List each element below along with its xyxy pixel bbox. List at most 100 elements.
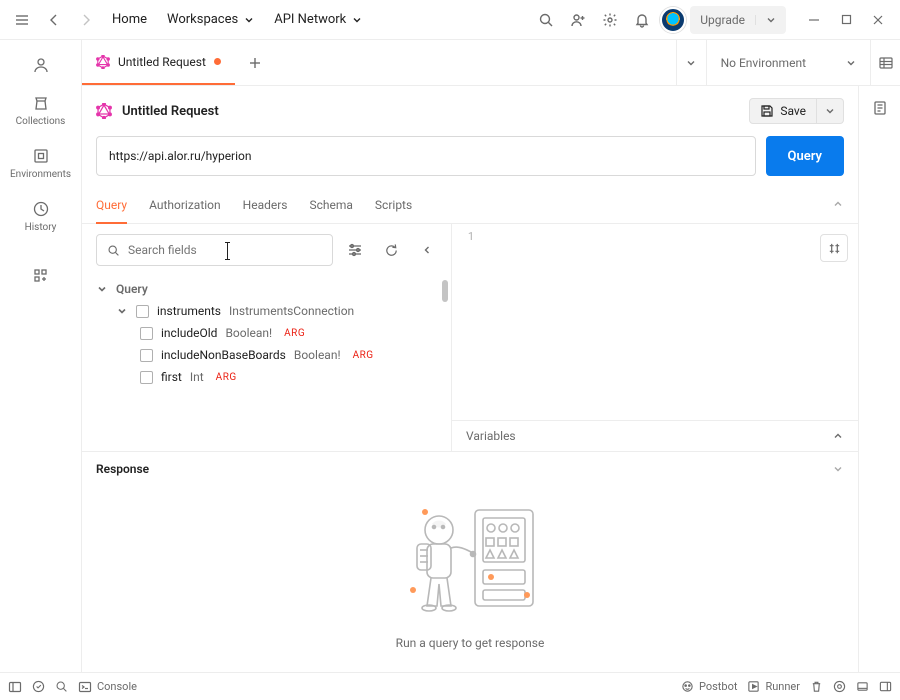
window-close-icon[interactable] — [864, 6, 892, 34]
collapse-left-icon[interactable] — [413, 236, 441, 264]
person-icon — [32, 56, 50, 74]
save-caret-button[interactable] — [817, 98, 844, 124]
chevron-down-icon — [96, 284, 108, 294]
settings-icon[interactable] — [596, 6, 624, 34]
sb-guide-icon[interactable] — [833, 680, 846, 693]
subtab-headers[interactable]: Headers — [243, 190, 288, 223]
request-tab-label: Untitled Request — [118, 55, 206, 69]
environment-label: No Environment — [721, 56, 806, 70]
sb-trash-icon[interactable] — [810, 680, 823, 693]
left-sidebar: Collections Environments History — [0, 40, 82, 672]
sidebar-history[interactable]: History — [7, 192, 75, 241]
tabs-menu-button[interactable] — [676, 40, 706, 85]
tree-arg-includeOld[interactable]: includeOld Boolean! ARG — [96, 322, 441, 344]
upgrade-button[interactable]: Upgrade — [690, 6, 786, 34]
node-type: InstrumentsConnection — [229, 304, 354, 318]
grid-plus-icon — [32, 267, 50, 285]
tree-root[interactable]: Query — [96, 278, 441, 300]
history-icon — [32, 200, 50, 218]
sb-postbot[interactable]: Postbot — [681, 680, 737, 693]
nav-workspaces[interactable]: Workspaces — [159, 8, 262, 31]
variables-header[interactable]: Variables — [452, 420, 858, 451]
query-editor-pane: 1 Variables — [452, 224, 858, 451]
subtab-scripts[interactable]: Scripts — [375, 190, 412, 223]
avatar[interactable] — [660, 7, 686, 33]
environments-icon — [32, 147, 50, 165]
checkbox[interactable] — [140, 327, 153, 340]
sb-runner-label: Runner — [765, 680, 800, 693]
url-input[interactable] — [96, 136, 756, 176]
sb-layout-icon[interactable] — [879, 680, 892, 693]
request-tab[interactable]: Untitled Request — [82, 40, 235, 85]
save-button[interactable]: Save — [749, 98, 817, 124]
search-fields-input[interactable] — [128, 243, 322, 257]
invite-icon[interactable] — [564, 6, 592, 34]
environment-selector[interactable]: No Environment — [706, 40, 870, 85]
search-icon — [107, 244, 120, 257]
tree-root-label: Query — [116, 282, 148, 296]
tree-node-instruments[interactable]: instruments InstrumentsConnection — [96, 300, 441, 322]
window-minimize-icon[interactable] — [800, 6, 828, 34]
body-split: Untitled Request Save Query Qu — [82, 86, 900, 672]
beautify-button[interactable] — [820, 234, 848, 262]
filter-icon[interactable] — [341, 236, 369, 264]
chevron-down-icon — [846, 58, 856, 68]
sb-sync-icon[interactable] — [32, 680, 45, 693]
main-area: Collections Environments History Untitle… — [0, 40, 900, 672]
nav-api-network[interactable]: API Network — [266, 8, 370, 31]
notifications-icon[interactable] — [628, 6, 656, 34]
request-subtabs: Query Authorization Headers Schema Scrip… — [82, 190, 858, 224]
tree-arg-includeNonBaseBoards[interactable]: includeNonBaseBoards Boolean! ARG — [96, 344, 441, 366]
sb-postbot-label: Postbot — [699, 680, 737, 693]
checkbox[interactable] — [140, 349, 153, 362]
refresh-icon[interactable] — [377, 236, 405, 264]
search-fields-input-wrap[interactable] — [96, 234, 333, 266]
unsaved-dot-icon — [214, 58, 221, 65]
query-editor[interactable]: 1 — [452, 224, 858, 420]
request-header: Untitled Request Save — [82, 86, 858, 136]
sb-runner[interactable]: Runner — [747, 680, 800, 693]
node-name: includeOld — [161, 326, 217, 340]
sb-find-icon[interactable] — [55, 680, 68, 693]
collections-icon — [32, 94, 50, 112]
documentation-icon[interactable] — [872, 100, 888, 116]
sb-cookies-icon[interactable] — [856, 680, 869, 693]
response-header[interactable]: Response — [82, 452, 858, 486]
upgrade-caret[interactable] — [755, 15, 786, 25]
subtab-schema[interactable]: Schema — [309, 190, 352, 223]
nav-home[interactable]: Home — [104, 8, 155, 31]
arg-badge: ARG — [284, 328, 305, 339]
query-button[interactable]: Query — [766, 136, 844, 176]
sidebar-environments-label: Environments — [10, 169, 71, 180]
url-row: Query — [82, 136, 858, 190]
sidebar-environments[interactable]: Environments — [7, 139, 75, 188]
new-tab-button[interactable] — [235, 40, 275, 85]
node-name: includeNonBaseBoards — [161, 348, 286, 362]
sidebar-account[interactable] — [7, 48, 75, 82]
request-title[interactable]: Untitled Request — [122, 104, 219, 119]
tree-arg-first[interactable]: first Int ARG — [96, 366, 441, 388]
checkbox[interactable] — [140, 371, 153, 384]
node-name: first — [161, 370, 182, 384]
sb-console-label: Console — [97, 680, 137, 693]
sidebar-collections[interactable]: Collections — [7, 86, 75, 135]
window-maximize-icon[interactable] — [832, 6, 860, 34]
sb-sidebar-toggle[interactable] — [8, 680, 22, 694]
search-icon[interactable] — [532, 6, 560, 34]
forward-icon[interactable] — [72, 6, 100, 34]
sidebar-configure[interactable] — [7, 259, 75, 293]
save-icon — [760, 104, 774, 118]
node-type: Boolean! — [294, 348, 341, 362]
schema-tree: Query instruments InstrumentsConnection … — [82, 276, 451, 398]
sb-console[interactable]: Console — [78, 680, 137, 694]
back-icon[interactable] — [40, 6, 68, 34]
nav-workspaces-label: Workspaces — [167, 12, 238, 27]
menu-icon[interactable] — [8, 6, 36, 34]
checkbox[interactable] — [136, 305, 149, 318]
query-panes: Query instruments InstrumentsConnection … — [82, 224, 858, 451]
scrollbar-thumb[interactable] — [442, 280, 448, 302]
subtab-authorization[interactable]: Authorization — [149, 190, 221, 223]
collapse-icon[interactable] — [832, 190, 844, 223]
environment-quicklook-button[interactable] — [870, 40, 900, 85]
subtab-query[interactable]: Query — [96, 190, 127, 224]
